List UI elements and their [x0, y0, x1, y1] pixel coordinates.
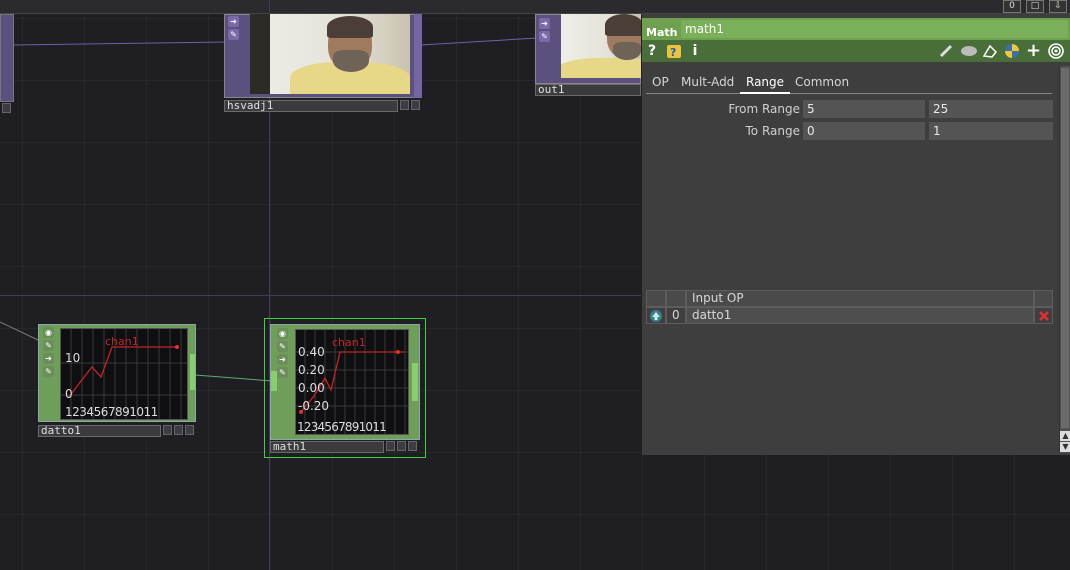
- lock-icon[interactable]: ✎: [43, 366, 54, 377]
- node-hsvadj1[interactable]: ➜ ✎ hsvadj1: [224, 14, 422, 114]
- to-range-field-2[interactable]: 1: [929, 122, 1053, 140]
- node-mini-button[interactable]: [386, 441, 395, 451]
- output-connector[interactable]: [412, 363, 418, 401]
- inputs-header-cell: [646, 290, 666, 307]
- node-mini-button[interactable]: [397, 441, 406, 451]
- panel-toolbar: ? ? i +: [642, 40, 1070, 62]
- node-preview-image: [561, 14, 641, 78]
- input-connector[interactable]: [271, 371, 277, 391]
- y-tick-label: 0: [65, 387, 73, 401]
- node-datto1[interactable]: ◉ ✎ ➜ ✎ chan1 10 0 1234567891011 datto1: [38, 324, 196, 437]
- curve-end-point: [175, 345, 179, 349]
- input-op-field[interactable]: datto1: [686, 307, 1034, 324]
- lock-icon[interactable]: ✎: [277, 367, 288, 378]
- node-out1[interactable]: ➜ ✎ out1: [535, 14, 641, 100]
- y-tick-label: 10: [65, 351, 81, 365]
- clone-icon[interactable]: [982, 43, 998, 59]
- curve-end-point: [396, 350, 400, 354]
- output-connector[interactable]: [190, 354, 195, 390]
- operator-name-field[interactable]: math1: [681, 20, 1068, 38]
- input-index: 0: [666, 307, 686, 324]
- offscreen-top-node[interactable]: [0, 14, 16, 114]
- parameter-tabs: OP Mult-Add Range Common: [646, 72, 1052, 94]
- wire-left-to-hsvadj: [13, 41, 227, 46]
- bypass-icon[interactable]: ➜: [277, 354, 288, 365]
- tab-range[interactable]: Range: [740, 74, 791, 94]
- node-label[interactable]: datto1: [38, 425, 161, 437]
- node-label[interactable]: math1: [270, 441, 384, 453]
- node-mini-button[interactable]: [163, 425, 172, 435]
- y-tick-label: 0.40: [298, 345, 325, 359]
- operator-type: Math: [646, 26, 678, 39]
- node-mini-button[interactable]: [185, 425, 194, 435]
- y-tick-label: 0.20: [298, 363, 325, 377]
- node-math1[interactable]: ◉ ✎ ➜ ✎ chan1 0.40 0.20 0.00 -0.20 12345…: [264, 318, 426, 458]
- tab-mult-add[interactable]: Mult-Add: [675, 74, 740, 94]
- inputs-header: Input OP: [686, 290, 1034, 307]
- info-icon[interactable]: i: [690, 43, 700, 59]
- remove-input-icon[interactable]: [1034, 307, 1053, 324]
- channel-label: chan1: [105, 335, 139, 348]
- wire-datto-to-math: [194, 374, 273, 382]
- node-label[interactable]: hsvadj1: [224, 100, 398, 112]
- input-up-icon[interactable]: [646, 307, 666, 324]
- to-range-field-1[interactable]: 0: [803, 122, 925, 140]
- x-tick-labels: 1234567891011: [65, 405, 158, 419]
- channel-graph: chan1 10 0 1234567891011: [60, 328, 188, 420]
- display-icon[interactable]: ✎: [277, 341, 288, 352]
- y-tick-label: 0.00: [298, 381, 325, 395]
- panel-title-bar: Math math1: [642, 18, 1070, 40]
- from-range-label: From Range: [728, 102, 800, 116]
- node-mini-button[interactable]: [400, 100, 409, 110]
- node-label[interactable]: out1: [535, 84, 641, 96]
- scroll-up-arrow[interactable]: ▲: [1060, 431, 1070, 441]
- viewer-icon[interactable]: ◉: [277, 328, 288, 339]
- bypass-icon[interactable]: ➜: [228, 16, 239, 27]
- node-mini-button[interactable]: [408, 441, 417, 451]
- python-icon[interactable]: [1004, 43, 1020, 59]
- scrollbar-thumb[interactable]: [1061, 68, 1069, 428]
- add-icon[interactable]: +: [1026, 42, 1041, 60]
- bypass-icon[interactable]: ➜: [539, 18, 550, 29]
- edit-icon[interactable]: [938, 43, 954, 59]
- to-range-label: To Range: [745, 124, 800, 138]
- bypass-icon[interactable]: ➜: [43, 353, 54, 364]
- node-preview-image: [250, 14, 410, 94]
- svg-text:?: ?: [670, 46, 676, 59]
- node-mini-button[interactable]: [2, 103, 11, 113]
- x-tick-labels: 1234567891011: [297, 420, 387, 434]
- wire-left-to-datto: [0, 321, 41, 342]
- lock-icon[interactable]: ✎: [539, 31, 550, 42]
- channel-curve: [68, 346, 179, 398]
- target-icon[interactable]: [1048, 43, 1064, 59]
- python-help-icon[interactable]: ?: [666, 43, 682, 59]
- viewer-icon[interactable]: ◉: [43, 327, 54, 338]
- from-range-field-2[interactable]: 25: [929, 100, 1053, 118]
- inputs-header-cell: [1034, 290, 1053, 307]
- node-mini-button[interactable]: [411, 100, 420, 110]
- from-range-field-1[interactable]: 5: [803, 100, 925, 118]
- node-mini-button[interactable]: [174, 425, 183, 435]
- lock-icon[interactable]: ✎: [228, 29, 239, 40]
- channel-label: chan1: [332, 336, 366, 349]
- panel-scrollbar[interactable]: ▲ ▼: [1059, 66, 1070, 453]
- parameter-panel: Math math1 ? ? i + OP Mult-Add Range Com…: [641, 14, 1070, 455]
- help-icon[interactable]: ?: [646, 43, 658, 59]
- comment-icon[interactable]: [960, 43, 978, 59]
- display-icon[interactable]: ✎: [43, 340, 54, 351]
- scroll-down-arrow[interactable]: ▼: [1060, 442, 1070, 452]
- y-tick-label: -0.20: [298, 399, 330, 413]
- tab-op[interactable]: OP: [646, 74, 675, 94]
- channel-graph: chan1 0.40 0.20 0.00 -0.20 1234567891011: [295, 329, 409, 435]
- tab-common[interactable]: Common: [789, 74, 855, 94]
- wire-hsvadj-to-out: [420, 37, 538, 46]
- inputs-header-cell: [666, 290, 686, 307]
